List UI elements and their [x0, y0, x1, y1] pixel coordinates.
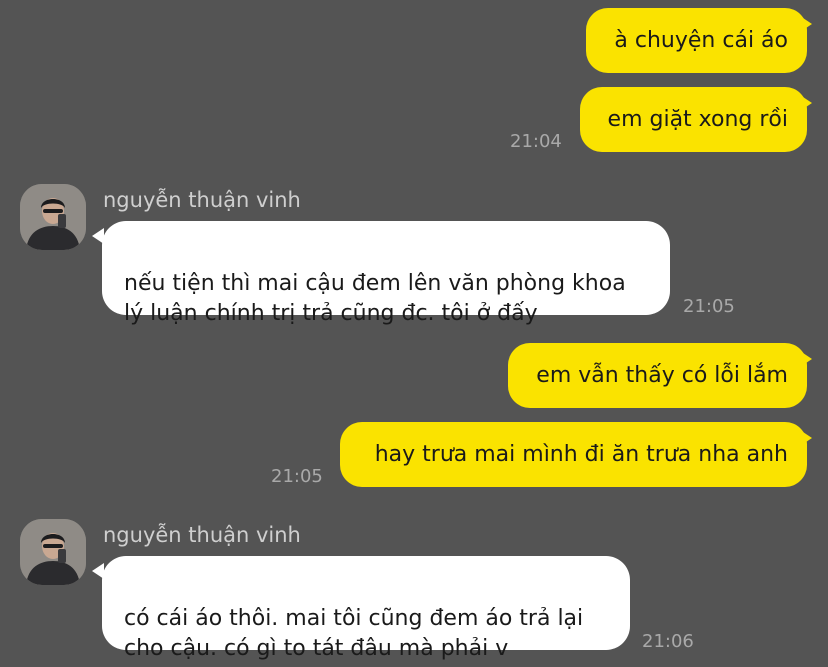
message-text: em giặt xong rồi: [607, 106, 788, 132]
incoming-message-bubble[interactable]: nếu tiện thì mai cậu đem lên văn phòng k…: [102, 221, 670, 326]
message-timestamp: 21:04: [510, 131, 562, 152]
outgoing-message-bubble[interactable]: à chuyện cái áo: [586, 8, 807, 73]
bubble-tail: [800, 95, 812, 111]
incoming-message-bubble[interactable]: có cái áo thôi. mai tôi cũng đem áo trả …: [102, 556, 630, 661]
bubble-tail: [800, 16, 812, 32]
message-text: hay trưa mai mình đi ăn trưa nha anh: [374, 441, 788, 467]
bubble-tail: [800, 430, 812, 446]
message-timestamp: 21:06: [642, 631, 694, 652]
avatar-photo: [20, 184, 86, 250]
message-text: nếu tiện thì mai cậu đem lên văn phòng k…: [124, 271, 626, 326]
outgoing-message-bubble[interactable]: em vẫn thấy có lỗi lắm: [508, 343, 807, 408]
message-text: à chuyện cái áo: [614, 27, 788, 53]
chat-screen: { "contact": { "name": "nguyễn thuận vin…: [0, 0, 828, 667]
contact-avatar[interactable]: [20, 519, 86, 585]
message-timestamp: 21:05: [271, 466, 323, 487]
outgoing-message-bubble[interactable]: hay trưa mai mình đi ăn trưa nha anh: [340, 422, 807, 487]
sender-name: nguyễn thuận vinh: [103, 523, 301, 547]
sender-name: nguyễn thuận vinh: [103, 188, 301, 212]
message-text: có cái áo thôi. mai tôi cũng đem áo trả …: [124, 606, 584, 661]
outgoing-message-bubble[interactable]: em giặt xong rồi: [580, 87, 807, 152]
message-text: em vẫn thấy có lỗi lắm: [536, 362, 788, 388]
message-timestamp: 21:05: [683, 296, 735, 317]
bubble-tail: [800, 351, 812, 367]
contact-avatar[interactable]: [20, 184, 86, 250]
avatar-photo: [20, 519, 86, 585]
